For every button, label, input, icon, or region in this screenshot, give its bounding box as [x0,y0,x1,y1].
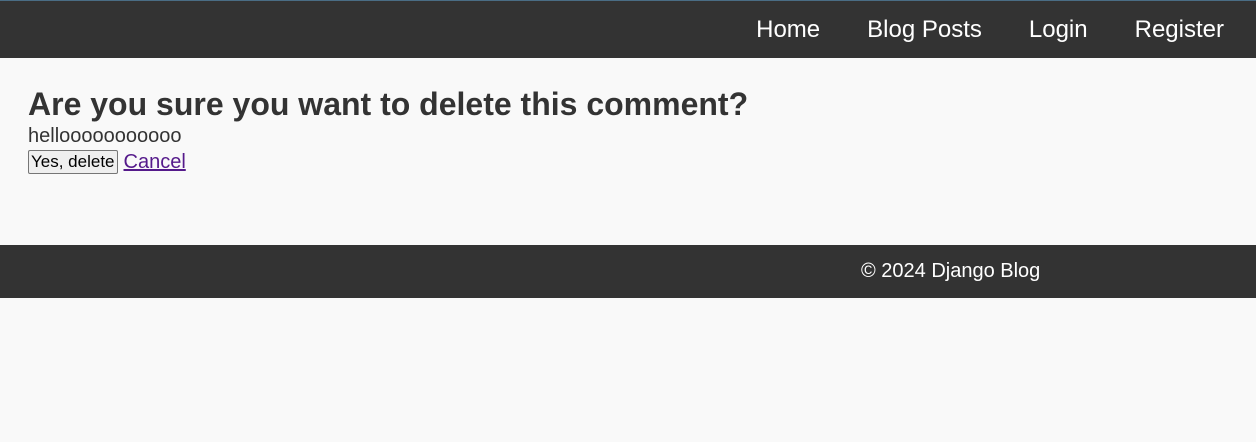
main-nav: Home Blog Posts Login Register [756,1,1224,58]
footer-copyright: © 2024 Django Blog [861,260,1041,282]
nav-link-blog-posts[interactable]: Blog Posts [867,1,982,58]
page-title: Are you sure you want to delete this com… [28,86,749,122]
nav-link-home[interactable]: Home [756,1,820,58]
delete-form: Yes, delete Cancel [28,150,1228,174]
cancel-link[interactable]: Cancel [124,151,186,174]
confirm-delete-button[interactable]: Yes, delete [28,150,118,174]
top-navbar: Home Blog Posts Login Register [0,0,1256,58]
delete-confirmation: Are you sure you want to delete this com… [28,84,1228,174]
nav-link-register[interactable]: Register [1135,1,1224,58]
nav-link-login[interactable]: Login [1029,1,1088,58]
footer: © 2024 Django Blog [0,245,1256,298]
comment-text: hellooooooooooo [28,125,182,147]
